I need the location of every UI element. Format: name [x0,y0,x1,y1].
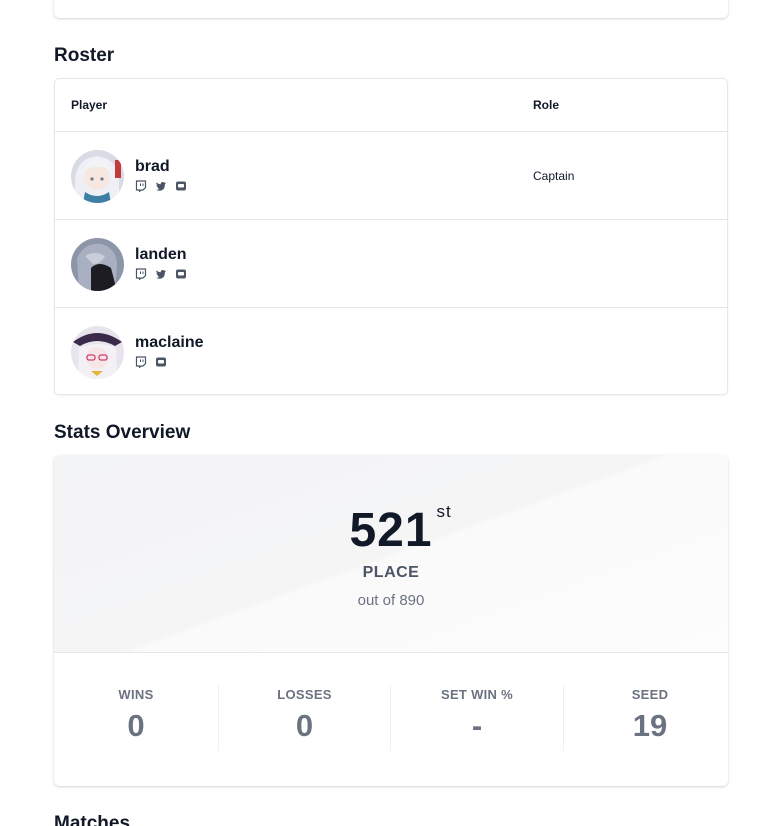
stats-card: 521st PLACE out of 890 WINS 0 LOSSES 0 S… [54,455,728,786]
place-suffix: st [436,502,452,521]
player-name[interactable]: landen [135,246,187,264]
twitter-icon[interactable] [155,268,167,280]
roster-title: Roster [54,45,115,66]
roster-table: Player Role brad Captain landen maclaine [54,78,728,395]
discord-icon[interactable] [175,180,187,192]
table-row: maclaine [55,308,727,394]
stat-losses: LOSSES 0 [219,685,390,751]
roster-header: Player Role [55,79,727,132]
stat-value: 0 [127,708,145,743]
discord-icon[interactable] [175,268,187,280]
stat-label: SEED [631,687,669,702]
matches-title: Matches [54,813,131,826]
stat-label: LOSSES [277,687,332,702]
player-socials [135,356,167,368]
twitter-icon[interactable] [155,180,167,192]
avatar[interactable] [71,238,124,291]
header-role: Role [533,98,560,112]
avatar[interactable] [71,326,124,379]
table-row: brad Captain [55,132,727,220]
placement-panel: 521st PLACE out of 890 [54,455,728,653]
place-out-of: out of 890 [357,592,425,609]
player-name[interactable]: brad [135,158,170,176]
stat-label: SET WIN % [440,687,514,702]
stat-grid: WINS 0 LOSSES 0 SET WIN % - SEED 19 [54,685,728,751]
stat-value: 0 [295,708,314,743]
stat-set-win: SET WIN % - [391,685,563,751]
stat-label: WINS [118,687,154,702]
discord-icon[interactable] [155,356,167,368]
stat-value: 19 [632,708,668,743]
stat-value: - [471,708,483,743]
place-value: 521 [349,504,433,557]
stats-title: Stats Overview [54,422,191,443]
header-player: Player [71,98,108,112]
twitch-icon[interactable] [135,268,147,280]
place-label: PLACE [362,564,420,581]
placement: 521st [54,502,728,558]
stat-wins: WINS 0 [54,685,218,751]
twitch-icon[interactable] [135,356,147,368]
avatar[interactable] [71,150,124,203]
player-role: Captain [533,169,575,183]
table-row: landen [55,220,727,308]
player-name[interactable]: maclaine [135,334,203,352]
player-socials [135,180,187,192]
player-socials [135,268,187,280]
stat-seed: SEED 19 [564,685,728,751]
previous-card [54,0,728,18]
twitch-icon[interactable] [135,180,147,192]
